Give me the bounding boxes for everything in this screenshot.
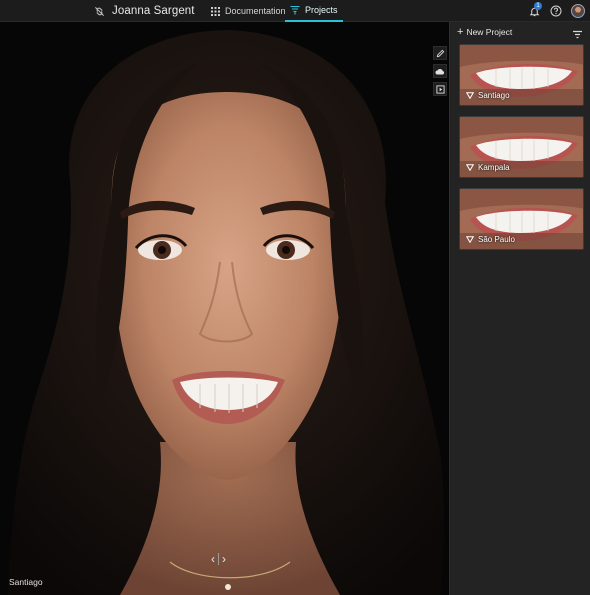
top-bar: Joanna Sargent Documentation Projects 1 (0, 0, 590, 22)
next-image-button[interactable]: › (222, 553, 226, 565)
project-card[interactable]: Kampala (459, 116, 584, 178)
export-icon (435, 84, 445, 94)
edit-tool-button[interactable] (433, 46, 447, 60)
project-name: São Paulo (478, 235, 515, 244)
pager-divider (218, 553, 219, 565)
projects-sidebar: + New Project Santiago Kampala São Paulo (449, 22, 590, 595)
filter-button[interactable] (572, 27, 584, 39)
help-button[interactable] (549, 3, 563, 19)
triangle-down-icon (466, 164, 474, 171)
photo-viewer: ‹ › Santiago (0, 22, 449, 595)
help-icon (550, 5, 562, 17)
project-card[interactable]: São Paulo (459, 188, 584, 250)
portrait-photo (0, 22, 449, 595)
tab-projects[interactable]: Projects (285, 0, 343, 22)
prev-image-button[interactable]: ‹ (211, 553, 215, 565)
image-pager: ‹ › (211, 553, 226, 565)
patient-selector[interactable]: Joanna Sargent (94, 4, 195, 18)
notifications-button[interactable]: 1 (526, 2, 542, 19)
triangle-down-icon (466, 236, 474, 243)
user-avatar[interactable] (571, 4, 585, 18)
tab-documentation[interactable]: Documentation (206, 0, 291, 22)
patient-name: Joanna Sargent (112, 5, 195, 17)
project-card[interactable]: Santiago (459, 44, 584, 106)
grid-icon (211, 6, 220, 16)
tab-documentation-label: Documentation (225, 6, 286, 16)
project-label: Santiago (466, 91, 510, 100)
plus-icon: + (457, 26, 464, 38)
project-label: São Paulo (466, 235, 515, 244)
filter-icon (573, 30, 582, 39)
notification-badge: 1 (534, 2, 542, 10)
project-name: Kampala (478, 163, 510, 172)
new-project-label: New Project (466, 27, 513, 37)
project-name: Santiago (478, 91, 510, 100)
tab-projects-label: Projects (305, 5, 338, 15)
unlinked-icon (94, 6, 105, 16)
pencil-icon (436, 49, 444, 57)
viewer-toolbar (433, 46, 447, 96)
upload-tool-button[interactable] (433, 64, 447, 78)
cloud-icon (435, 68, 445, 74)
project-label: Kampala (466, 163, 510, 172)
new-project-button[interactable]: + New Project (457, 26, 513, 38)
triangle-down-icon (466, 92, 474, 99)
projects-icon (290, 5, 300, 14)
viewer-caption: Santiago (9, 577, 43, 587)
export-tool-button[interactable] (433, 82, 447, 96)
